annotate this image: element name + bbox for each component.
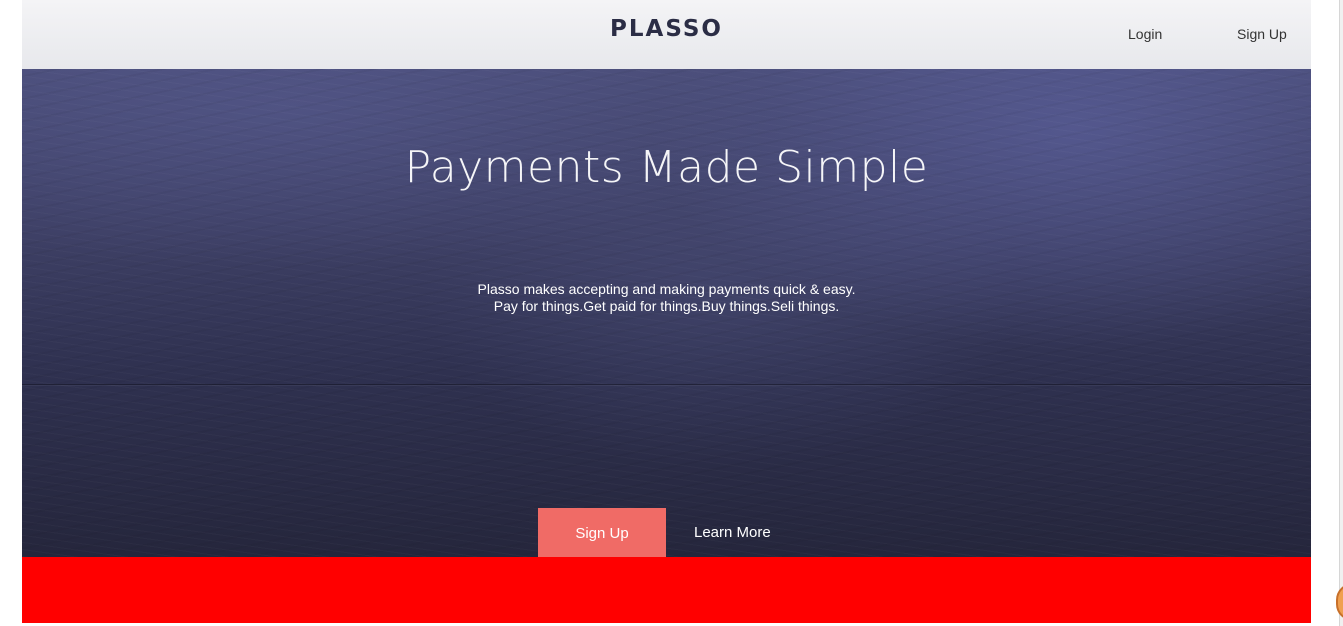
hero-signup-button[interactable]: Sign Up (538, 508, 666, 557)
hero-title: Payments Made Simple (404, 142, 929, 193)
learn-more-link[interactable]: Learn More (694, 524, 771, 541)
red-section-band (22, 557, 1311, 623)
hero-subtitle: Plasso makes accepting and making paymen… (22, 281, 1311, 315)
hero-divider (22, 384, 1311, 385)
window-edge (1339, 0, 1343, 626)
hero-section: Payments Made Simple Plasso makes accept… (22, 69, 1311, 557)
hero-subtitle-line-1: Plasso makes accepting and making paymen… (477, 281, 856, 297)
header-signup-link[interactable]: Sign Up (1237, 26, 1287, 42)
plasso-logo[interactable]: PLASSO (22, 16, 1311, 42)
floating-widget-icon[interactable] (1336, 583, 1343, 621)
hero-subtitle-line-2: Pay for things.Get paid for things.Buy t… (493, 298, 840, 314)
site-header: PLASSO Login Sign Up (22, 0, 1311, 69)
page: PLASSO Login Sign Up Payments Made Simpl… (22, 0, 1311, 623)
login-link[interactable]: Login (1128, 26, 1162, 42)
